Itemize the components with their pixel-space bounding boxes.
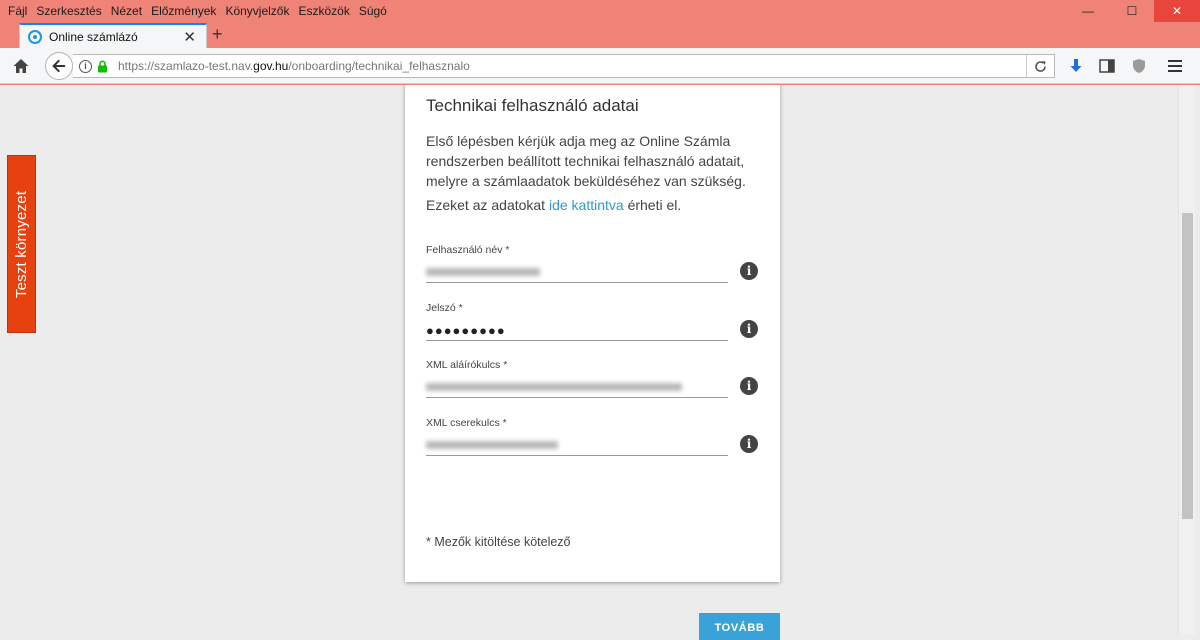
hamburger-menu-icon bbox=[1168, 60, 1182, 72]
site-info-icon[interactable]: i bbox=[79, 59, 92, 73]
window-close-button[interactable]: ✕ bbox=[1154, 0, 1200, 22]
menu-bookmarks[interactable]: Könyvjelzők bbox=[225, 4, 289, 18]
xml-exchange-key-info-icon[interactable]: i bbox=[740, 435, 758, 453]
username-field: Felhasználó név * i bbox=[426, 244, 771, 292]
maximize-button[interactable]: ☐ bbox=[1110, 0, 1154, 22]
access-link[interactable]: ide kattintva bbox=[549, 197, 624, 213]
vertical-scrollbar[interactable] bbox=[1178, 85, 1195, 635]
xml-exchange-key-field: XML cserekulcs * i bbox=[426, 417, 771, 465]
password-mask: ●●●●●●●●● bbox=[426, 323, 506, 338]
username-input[interactable] bbox=[426, 262, 728, 283]
card-title: Technikai felhasználó adatai bbox=[426, 96, 639, 115]
site-favicon-icon bbox=[28, 30, 42, 44]
xml-exchange-key-label: XML cserekulcs * bbox=[426, 417, 507, 429]
url-text: https://szamlazo-test.nav.gov.hu/onboard… bbox=[118, 59, 470, 73]
username-label: Felhasználó név * bbox=[426, 244, 510, 256]
sidebar-toggle-button[interactable] bbox=[1097, 56, 1117, 76]
password-input[interactable]: ●●●●●●●●● bbox=[426, 320, 728, 341]
menu-tools[interactable]: Eszközök bbox=[298, 4, 349, 18]
lock-icon bbox=[98, 60, 107, 72]
navigation-bar: i https://szamlazo-test.nav.gov.hu/onboa… bbox=[0, 48, 1200, 84]
xml-signing-key-input[interactable] bbox=[426, 377, 728, 398]
address-bar[interactable]: i https://szamlazo-test.nav.gov.hu/onboa… bbox=[73, 54, 1055, 78]
menu-bar: Fájl Szerkesztés Nézet Előzmények Könyvj… bbox=[0, 0, 1200, 22]
next-button[interactable]: TOVÁBB bbox=[699, 613, 780, 640]
password-label: Jelszó * bbox=[426, 302, 463, 314]
xml-exchange-key-input[interactable] bbox=[426, 435, 728, 456]
scrollbar-thumb[interactable] bbox=[1182, 213, 1193, 519]
menu-file[interactable]: Fájl bbox=[8, 4, 27, 18]
reload-icon bbox=[1035, 60, 1046, 72]
sidebar-icon bbox=[1099, 59, 1115, 73]
test-environment-label: Teszt környezet bbox=[13, 190, 30, 298]
username-info-icon[interactable]: i bbox=[740, 262, 758, 280]
card-access-text: Ezeket az adatokat ide kattintva érheti … bbox=[426, 197, 682, 213]
window-controls: — ☐ ✕ bbox=[1066, 0, 1200, 22]
xml-signing-key-field: XML aláírókulcs * i bbox=[426, 359, 771, 407]
shield-icon bbox=[1133, 59, 1145, 73]
redacted-value bbox=[426, 268, 540, 276]
main-menu-button[interactable] bbox=[1165, 56, 1185, 76]
menu-view[interactable]: Nézet bbox=[111, 4, 142, 18]
tab-online-szamlazo[interactable]: Online számlázó ✕ bbox=[19, 23, 207, 49]
required-fields-note: * Mezők kitöltése kötelező bbox=[426, 535, 571, 549]
tab-title: Online számlázó bbox=[49, 30, 138, 44]
card-intro-text: Első lépésben kérjük adja meg az Online … bbox=[426, 133, 746, 189]
redacted-value bbox=[426, 383, 682, 391]
technical-user-card: Technikai felhasználó adatai Első lépésb… bbox=[405, 85, 780, 582]
password-field: Jelszó * ●●●●●●●●● i bbox=[426, 302, 771, 350]
tab-close-icon[interactable]: ✕ bbox=[183, 28, 196, 46]
back-button[interactable] bbox=[45, 52, 73, 80]
download-button[interactable] bbox=[1066, 56, 1086, 76]
test-environment-badge: Teszt környezet bbox=[7, 155, 36, 333]
xml-signing-key-info-icon[interactable]: i bbox=[740, 377, 758, 395]
redacted-value bbox=[426, 441, 558, 449]
menu-help[interactable]: Súgó bbox=[359, 4, 387, 18]
minimize-button[interactable]: — bbox=[1066, 0, 1110, 22]
home-icon[interactable] bbox=[12, 57, 30, 75]
reload-button[interactable] bbox=[1026, 55, 1054, 77]
new-tab-button[interactable]: + bbox=[212, 24, 223, 45]
page-viewport: Teszt környezet Technikai felhasználó ad… bbox=[0, 85, 1200, 640]
tracking-protection-button[interactable] bbox=[1129, 56, 1149, 76]
arrow-left-icon bbox=[52, 59, 65, 73]
menu-edit[interactable]: Szerkesztés bbox=[36, 4, 101, 18]
menu-history[interactable]: Előzmények bbox=[151, 4, 216, 18]
download-arrow-icon bbox=[1070, 59, 1082, 72]
tab-bar: Online számlázó ✕ + bbox=[0, 22, 1200, 49]
password-info-icon[interactable]: i bbox=[740, 320, 758, 338]
xml-signing-key-label: XML aláírókulcs * bbox=[426, 359, 508, 371]
